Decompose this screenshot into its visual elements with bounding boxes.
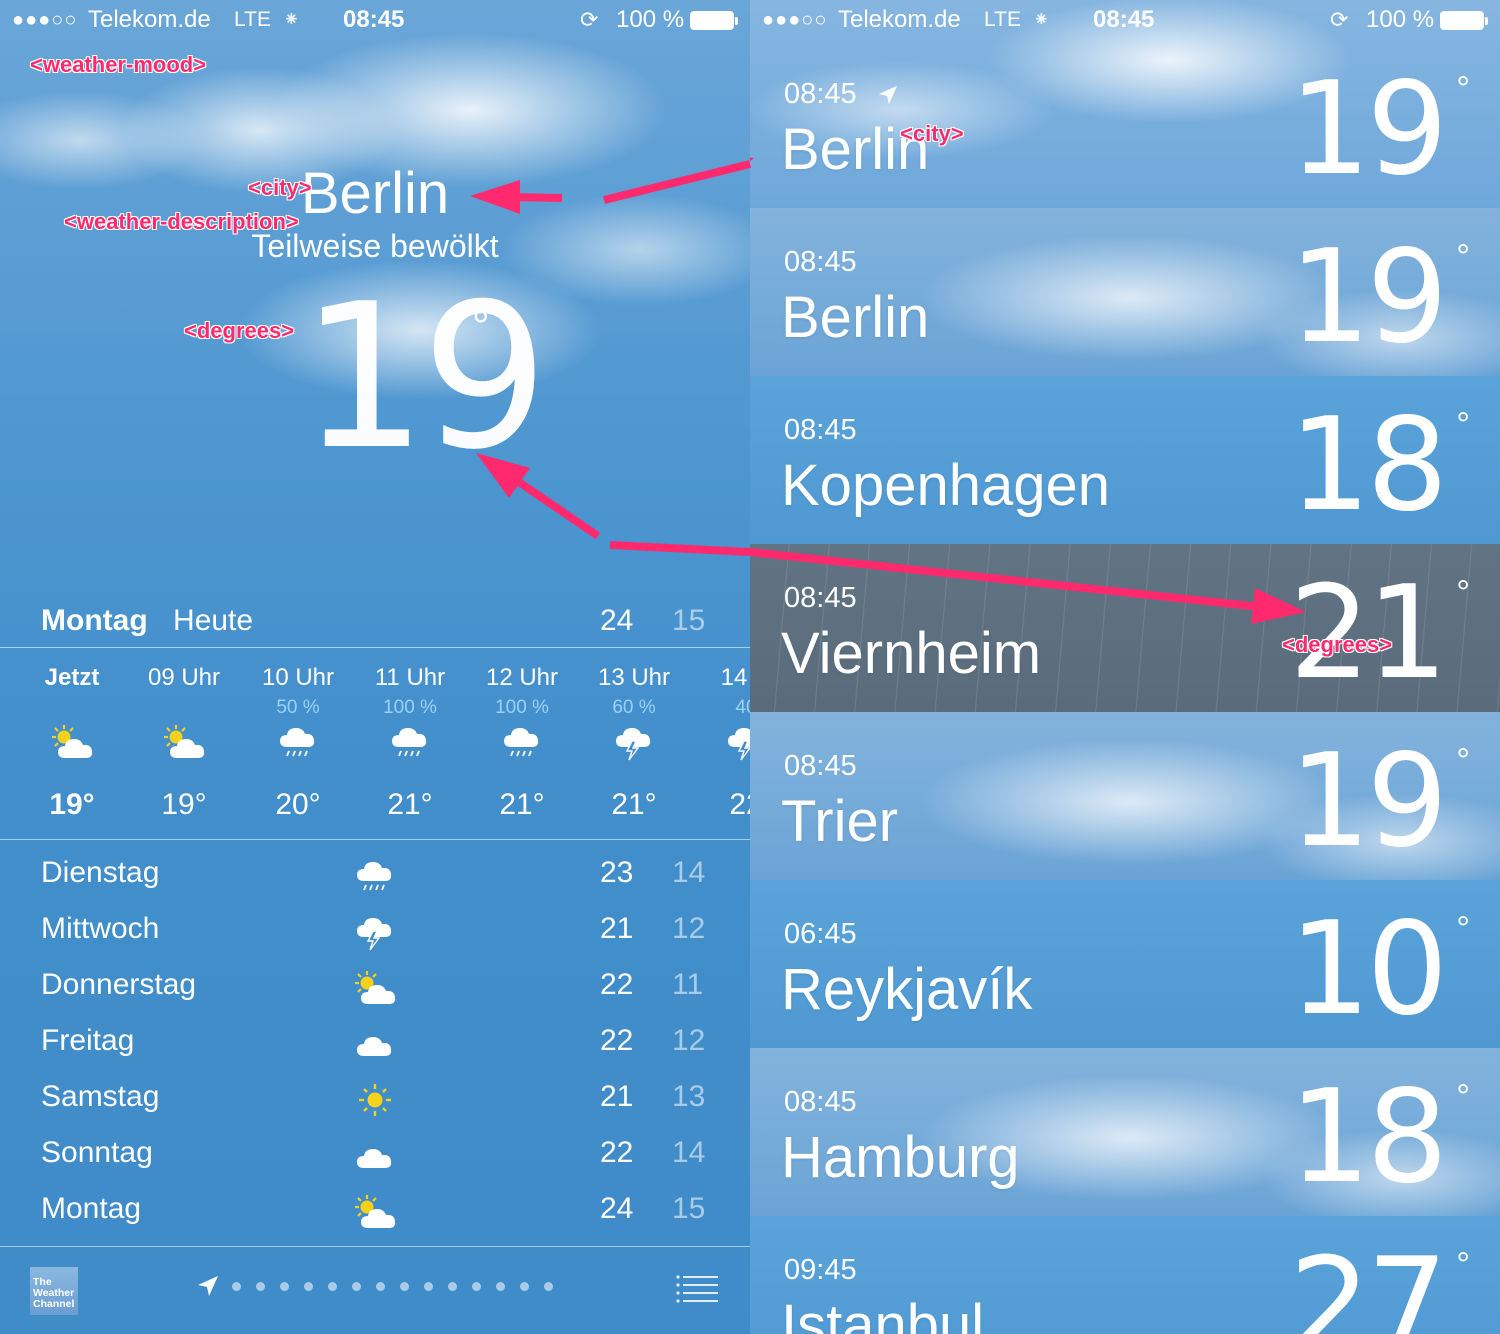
annotation-arrows-left	[470, 160, 750, 556]
city-list-screen: 08:45 Berlin 19 ° 08:45 Berlin 19 ° 08:45 Kopenha…	[750, 0, 1500, 1334]
annotation-arrows-right	[750, 157, 1306, 624]
weather-detail-screen: ●●●○○ Telekom.de LTE ⁕ 08:45 ⟳ 100 % <we…	[0, 0, 750, 1334]
